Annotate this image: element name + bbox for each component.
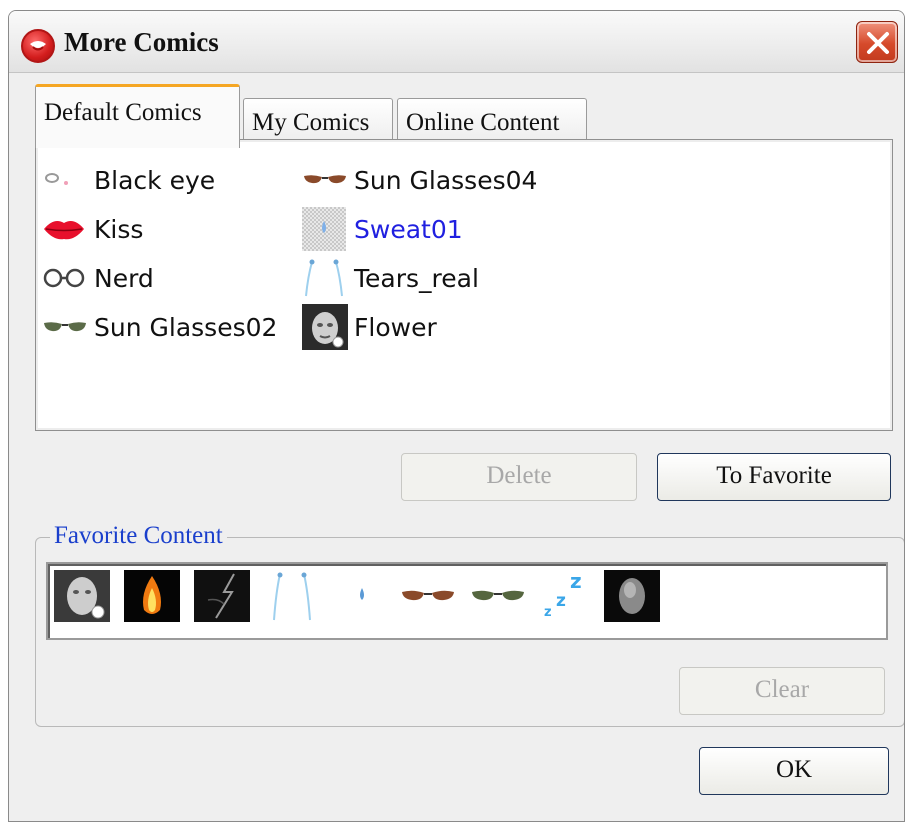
clear-button[interactable]: Clear <box>679 667 885 715</box>
comic-item-black-eye[interactable]: Black eye <box>42 158 215 202</box>
tab-default-comics[interactable]: Default Comics <box>35 84 240 148</box>
tears-icon[interactable] <box>264 570 322 624</box>
nerd-glasses-icon <box>42 258 90 298</box>
comic-label: Sweat01 <box>354 214 463 244</box>
svg-text:z: z <box>570 570 582 593</box>
comic-item-nerd[interactable]: Nerd <box>42 256 154 300</box>
window-title: More Comics <box>64 27 219 57</box>
brown-sunglasses-icon[interactable] <box>398 570 456 624</box>
green-sunglasses-icon[interactable] <box>468 570 526 624</box>
comic-item-sun-glasses02[interactable]: Sun Glasses02 <box>42 305 277 349</box>
fire-icon[interactable] <box>124 570 182 624</box>
comic-item-sun-glasses04[interactable]: Sun Glasses04 <box>302 158 537 202</box>
ok-button[interactable]: OK <box>699 747 889 795</box>
close-icon <box>867 32 889 54</box>
comic-item-flower[interactable]: Flower <box>302 304 437 350</box>
sweat-drop-icon[interactable] <box>334 570 392 624</box>
comic-label: Sun Glasses04 <box>354 165 538 195</box>
flower-face-icon <box>302 304 350 350</box>
lightning-icon[interactable] <box>194 570 252 624</box>
comic-label: Kiss <box>94 214 144 244</box>
delete-button[interactable]: Delete <box>401 453 637 501</box>
comic-item-kiss[interactable]: Kiss <box>42 207 143 251</box>
face-thumbnail-icon[interactable] <box>54 570 112 624</box>
title-bar: More Comics <box>9 11 904 73</box>
comic-label: Sun Glasses02 <box>94 312 278 342</box>
to-favorite-button[interactable]: To Favorite <box>657 453 891 501</box>
favorite-content-list[interactable]: zzz <box>46 562 888 640</box>
green-sunglasses-icon <box>42 307 90 347</box>
brown-sunglasses-icon <box>302 160 350 200</box>
svg-text:z: z <box>544 605 552 620</box>
comic-label: Tears_real <box>354 263 479 293</box>
comics-list-panel: Black eye Kiss Nerd Sun Glasses02 Sun Gl… <box>35 139 893 431</box>
app-logo-icon <box>21 29 55 63</box>
comic-item-sweat01[interactable]: Sweat01 <box>302 207 463 251</box>
kiss-lips-icon <box>42 209 90 249</box>
tears-icon <box>302 258 350 298</box>
favorite-content-label: Favorite Content <box>50 522 227 550</box>
comic-item-tears-real[interactable]: Tears_real <box>302 256 479 300</box>
svg-text:z: z <box>556 591 566 611</box>
close-button[interactable] <box>856 21 898 63</box>
black-eye-icon <box>42 160 90 200</box>
smoke-face-icon[interactable] <box>604 570 662 624</box>
more-comics-dialog: More Comics Default Comics My Comics Onl… <box>8 10 905 822</box>
comic-label: Nerd <box>94 263 154 293</box>
comic-label: Flower <box>354 312 437 342</box>
comic-label: Black eye <box>94 165 216 195</box>
sleeping-z-icon[interactable]: zzz <box>538 569 596 624</box>
sweat-drop-icon <box>302 207 350 251</box>
